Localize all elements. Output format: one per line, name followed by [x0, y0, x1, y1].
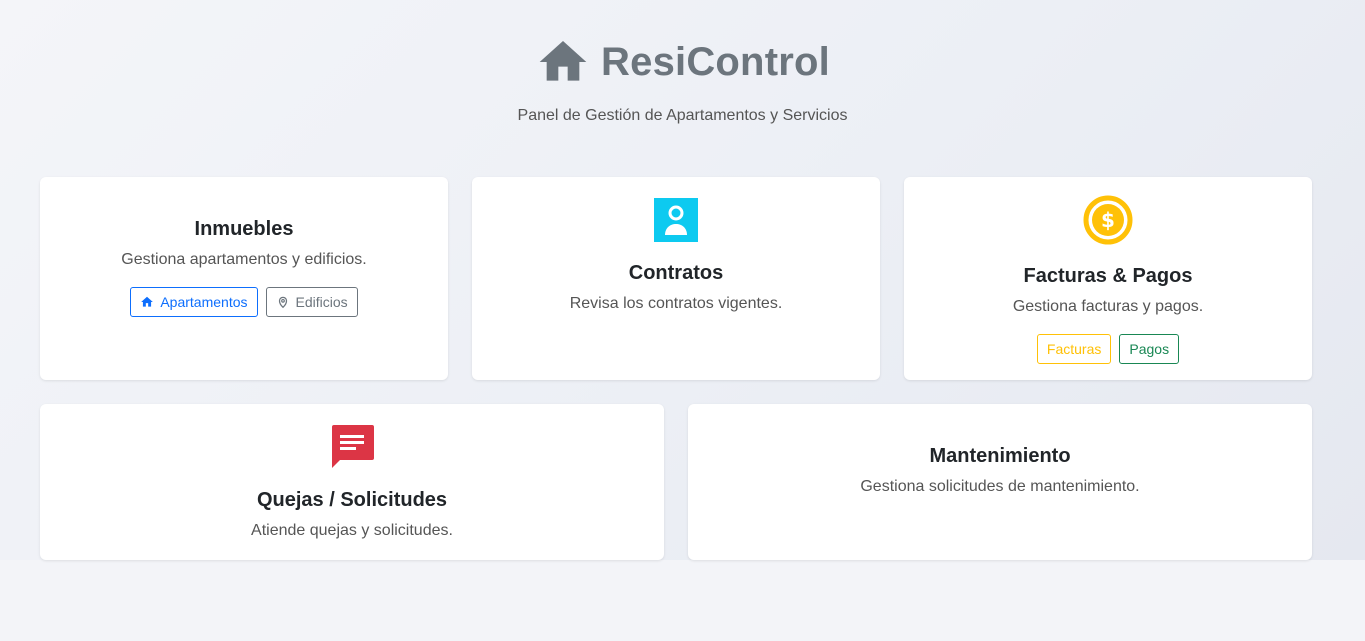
- card-inmuebles[interactable]: Inmuebles Gestiona apartamentos y edific…: [40, 177, 448, 380]
- edificios-button[interactable]: Edificios: [265, 287, 358, 317]
- app-subtitle: Panel de Gestión de Apartamentos y Servi…: [517, 107, 848, 124]
- card-description: Atiende quejas y solicitudes.: [251, 522, 453, 539]
- brand: ResiControl: [535, 34, 830, 90]
- card-title: Quejas / Solicitudes: [256, 489, 448, 511]
- person-badge-icon: [472, 198, 880, 242]
- card-contratos[interactable]: Contratos Revisa los contratos vigentes.: [472, 177, 880, 380]
- svg-text:$: $: [1101, 208, 1115, 232]
- apartamentos-button[interactable]: Apartamentos: [130, 287, 258, 317]
- card-facturas-pagos[interactable]: $ Facturas & Pagos Gestiona facturas y p…: [904, 177, 1312, 380]
- map-pin-icon: [276, 295, 290, 309]
- card-description: Gestiona apartamentos y edificios.: [121, 251, 367, 268]
- button-label: Facturas: [1046, 341, 1102, 357]
- card-title: Contratos: [628, 262, 724, 284]
- card-title: Inmuebles: [194, 218, 294, 240]
- home-icon: [535, 34, 591, 90]
- card-title: Mantenimiento: [929, 445, 1071, 467]
- app-title: ResiControl: [601, 39, 830, 84]
- button-label: Pagos: [1129, 341, 1170, 357]
- dollar-coin-icon: $: [904, 195, 1312, 245]
- pagos-button[interactable]: Pagos: [1119, 334, 1180, 364]
- button-label: Apartamentos: [160, 294, 248, 310]
- card-quejas-solicitudes[interactable]: Quejas / Solicitudes Atiende quejas y so…: [40, 404, 664, 560]
- card-description: Revisa los contratos vigentes.: [569, 295, 783, 312]
- card-title: Facturas & Pagos: [1023, 265, 1193, 287]
- card-mantenimiento[interactable]: Mantenimiento Gestiona solicitudes de ma…: [688, 404, 1312, 560]
- button-label: Edificios: [295, 294, 348, 310]
- facturas-button[interactable]: Facturas: [1036, 334, 1112, 364]
- card-description: Gestiona solicitudes de mantenimiento.: [860, 478, 1140, 495]
- chat-message-icon: [40, 425, 664, 469]
- home-icon: [140, 295, 154, 309]
- page-header: ResiControl Panel de Gestión de Apartame…: [0, 34, 1365, 125]
- card-description: Gestiona facturas y pagos.: [1012, 298, 1204, 315]
